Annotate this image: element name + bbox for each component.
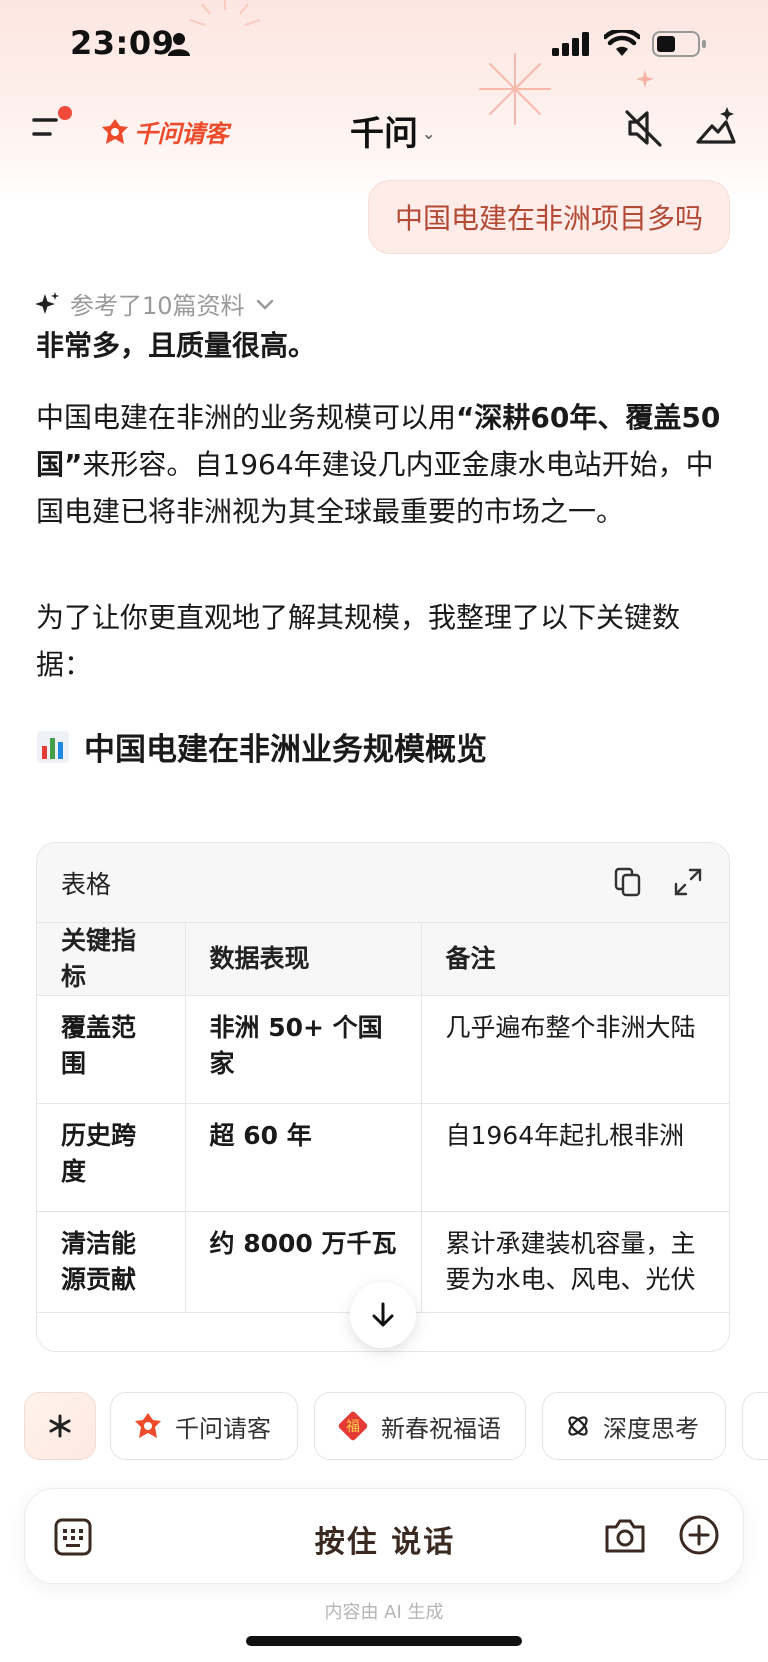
bar-chart-icon [37,730,69,763]
cellular-signal-icon [552,32,589,56]
chip-qwen-treat[interactable]: 千问请客 [110,1392,298,1460]
scroll-to-bottom-button[interactable] [350,1282,416,1348]
chip-deep-thinking[interactable]: 深度思考 [542,1392,726,1460]
arrow-down-icon [372,1302,394,1327]
chip-more[interactable] [742,1392,768,1460]
home-indicator[interactable] [246,1636,522,1646]
qwen-logo-icon [135,1413,161,1438]
chip-label: 深度思考 [603,1414,699,1443]
column-header: 数据表现 [185,923,422,996]
table-cell: 几乎遍布整个非洲大陆 [421,995,729,1104]
quick-action-chips: 千问请客 福 新春祝福语 深度思考 [24,1392,768,1462]
plus-icon[interactable] [677,1513,721,1557]
table-header-row: 关键指标 数据表现 备注 [37,923,729,996]
table-cell: 历史跨度 [37,1103,186,1212]
chip-label: 新春祝福语 [381,1414,501,1443]
chip-label: 千问请客 [175,1414,271,1443]
answer-paragraph: 中国电建在非洲的业务规模可以用“深耕60年、覆盖50国”来形容。自1964年建设… [36,394,726,535]
table-header-bar: 表格 [37,843,729,923]
table-cell: 非洲 50+ 个国家 [185,995,422,1104]
new-chat-icon[interactable] [694,104,738,148]
answer-paragraph: 为了让你更直观地了解其规模，我整理了以下关键数据： [36,601,681,681]
notification-dot [58,106,72,120]
chip-spring-greetings[interactable]: 福 新春祝福语 [314,1392,526,1460]
table-cell: 清洁能源贡献 [37,1211,186,1313]
input-bar: 按住 说话 [24,1488,744,1584]
column-header: 关键指标 [37,923,186,996]
sparkle-icon [35,291,59,314]
brand-text: 千问请客 [134,120,229,148]
user-message-bubble[interactable]: 中国电建在非洲项目多吗 [367,180,730,254]
data-table-card: 表格 关键指标 数据表现 备注 覆盖范围 非洲 50+ 个国家 几乎遍布整个非洲… [36,842,730,1352]
data-table: 关键指标 数据表现 备注 覆盖范围 非洲 50+ 个国家 几乎遍布整个非洲大陆 … [37,923,729,1313]
asterisk-icon [49,1414,71,1438]
status-bar: 23:09 [0,0,768,96]
answer-text: 来形容。自1964年建设几内亚金康水电站开始，中国电建已将非洲视为其全球最重要的… [36,448,714,528]
table-cell: 超 60 年 [185,1103,422,1212]
section-heading: 中国电建在非洲业务规模概览 [36,724,487,769]
status-time: 23:09 [70,24,175,62]
table-label: 表格 [61,869,112,899]
top-navigation: 千问请客 千问 ⌄ [0,96,768,176]
chevron-down-icon: ⌄ [422,124,436,143]
references-toggle[interactable]: 参考了10篇资料 [34,286,275,321]
table-row: 覆盖范围 非洲 50+ 个国家 几乎遍布整个非洲大陆 [37,995,729,1104]
column-header: 备注 [421,923,729,996]
answer-text: 中国电建在非洲的业务规模可以用 [36,401,457,434]
fu-blessing-icon: 福 [338,1411,368,1441]
table-cell: 覆盖范围 [37,995,186,1104]
references-label: 参考了10篇资料 [70,292,245,320]
speaker-muted-icon[interactable] [622,106,666,150]
user-message-text: 中国电建在非洲项目多吗 [394,202,703,235]
chevron-down-icon [256,299,273,310]
chip-tools[interactable] [24,1392,96,1460]
section-title: 中国电建在非洲业务规模概览 [84,732,487,768]
wifi-icon [604,30,640,56]
battery-icon [652,31,706,57]
table-cell: 累计承建装机容量，主要为水电、风电、光伏 [421,1211,729,1313]
qwen-logo-icon [102,118,128,144]
expand-icon[interactable] [673,867,703,897]
answer-lead: 非常多，且质量很高。 [36,329,317,362]
person-icon [168,33,190,56]
atom-icon [568,1416,588,1436]
page-title: 千问 [350,114,418,154]
camera-icon[interactable] [603,1515,647,1555]
copy-icon[interactable] [613,867,643,897]
table-cell: 自1964年起扎根非洲 [421,1103,729,1212]
brand-logo[interactable]: 千问请客 [100,114,229,149]
table-row: 历史跨度 超 60 年 自1964年起扎根非洲 [37,1103,729,1212]
ai-disclaimer: 内容由 AI 生成 [324,1602,444,1623]
svg-text:福: 福 [346,1419,360,1435]
model-selector[interactable]: 千问 ⌄ [350,106,435,155]
